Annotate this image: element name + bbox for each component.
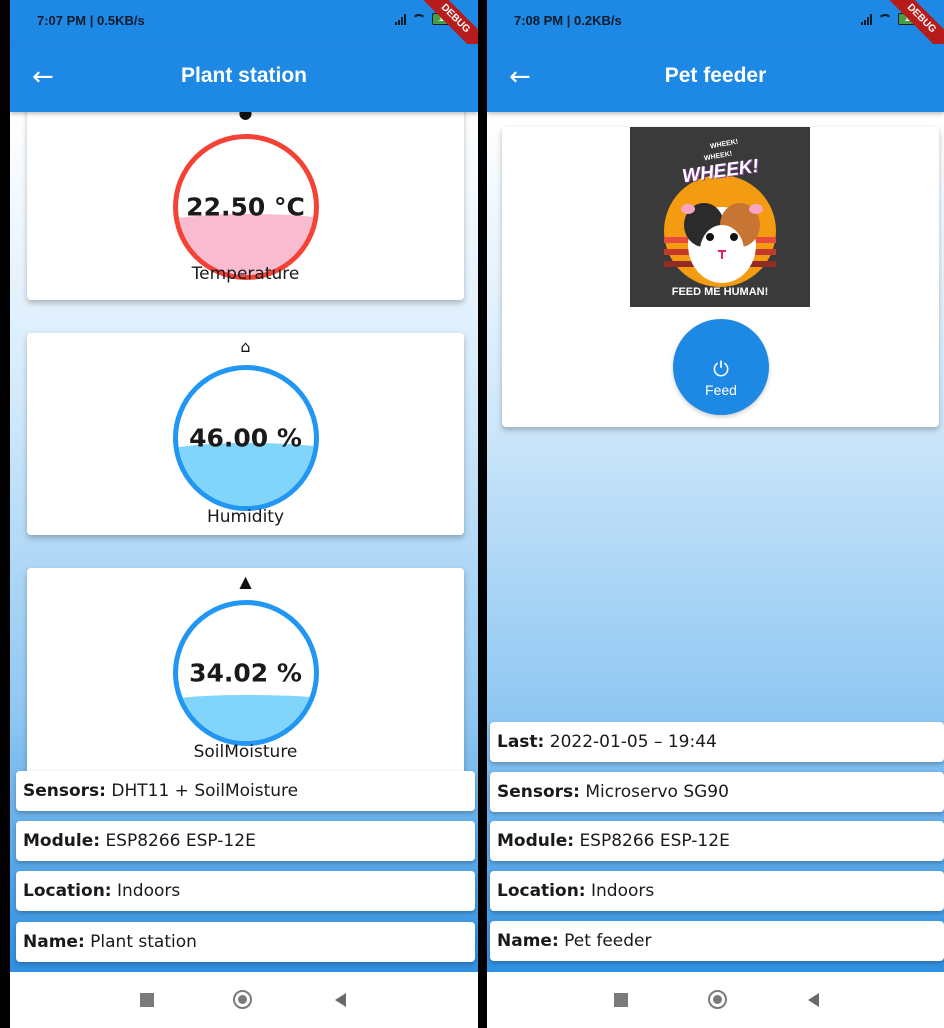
soil-moisture-card: ▲ 34.02 % SoilMoisture [27, 568, 464, 778]
home-button[interactable] [708, 990, 727, 1009]
app-bar: ← Plant station [10, 44, 478, 112]
temperature-value: 22.50 °C [186, 192, 305, 222]
feeder-card: WHEEK! WHEEK! WHEEK! FEED ME HUMAN! ⏻ Fe… [502, 127, 939, 427]
temperature-gauge: 22.50 °C [172, 134, 319, 280]
info-name: Name: Pet feeder [490, 921, 944, 961]
app-bar: ← Pet feeder [487, 44, 944, 112]
system-nav-bar [10, 972, 478, 1028]
soil-moisture-value: 34.02 % [189, 658, 302, 688]
humidity-label: Humidity [206, 507, 285, 527]
info-location: Location: Indoors [16, 871, 475, 911]
system-nav-bar [487, 972, 944, 1028]
recents-button[interactable] [614, 993, 628, 1007]
back-button[interactable] [808, 993, 819, 1007]
humidity-card: ⌂ 46.00 % Humidity [27, 333, 464, 535]
signal-icon [861, 13, 872, 25]
sensor-list[interactable]: ● 22.50 °C Temperature ⌂ 46.00 % Humidit… [10, 112, 478, 972]
info-module: Module: ESP8266 ESP-12E [16, 821, 475, 861]
humidity-gauge: 46.00 % [172, 365, 319, 511]
feeder-content: WHEEK! WHEEK! WHEEK! FEED ME HUMAN! ⏻ Fe… [487, 112, 944, 972]
status-bar: 7:07 PM | 0.5KB/s 13 DEBUG [10, 0, 478, 58]
temperature-label: Temperature [191, 264, 300, 284]
poster-caption: FEED ME HUMAN! [671, 286, 769, 298]
humidity-value: 46.00 % [189, 423, 302, 453]
power-icon: ⏻ [713, 359, 729, 381]
signal-icon [395, 13, 406, 25]
temperature-card: ● 22.50 °C Temperature [27, 112, 464, 300]
back-button[interactable] [335, 993, 346, 1007]
home-icon: ⌂ [240, 337, 251, 356]
status-time: 7:07 PM | 0.5KB/s [37, 13, 145, 28]
gauge-fill [177, 694, 314, 741]
status-time: 7:08 PM | 0.2KB/s [514, 13, 622, 28]
recents-button[interactable] [140, 993, 154, 1007]
wifi-icon [878, 14, 892, 24]
info-sensors: Sensors: Microservo SG90 [490, 772, 944, 812]
info-module: Module: ESP8266 ESP-12E [490, 821, 944, 861]
terrain-icon: ▲ [239, 572, 252, 591]
home-button[interactable] [233, 990, 252, 1009]
wifi-icon [412, 14, 426, 24]
thermometer-icon: ● [238, 112, 253, 122]
gauge-fill [177, 443, 314, 506]
page-title: Plant station [180, 64, 307, 87]
info-sensors: Sensors: DHT11 + SoilMoisture [16, 771, 475, 811]
feed-button-label: Feed [705, 382, 737, 398]
plant-station-screen: 7:07 PM | 0.5KB/s 13 DEBUG ← Plant stati… [10, 0, 478, 1028]
info-location: Location: Indoors [490, 871, 944, 911]
guinea-pig-image: WHEEK! WHEEK! WHEEK! FEED ME HUMAN! [630, 127, 810, 307]
pet-feeder-screen: 7:08 PM | 0.2KB/s 13 DEBUG ← Pet feeder [487, 0, 944, 1028]
feed-button[interactable]: ⏻ Feed [673, 319, 769, 415]
soil-moisture-label: SoilMoisture [193, 742, 298, 762]
soil-moisture-gauge: 34.02 % [172, 600, 319, 746]
info-last: Last: 2022-01-05 – 19:44 [490, 722, 944, 762]
status-bar: 7:08 PM | 0.2KB/s 13 DEBUG [487, 0, 944, 58]
page-title: Pet feeder [664, 64, 767, 87]
info-name: Name: Plant station [16, 922, 475, 962]
